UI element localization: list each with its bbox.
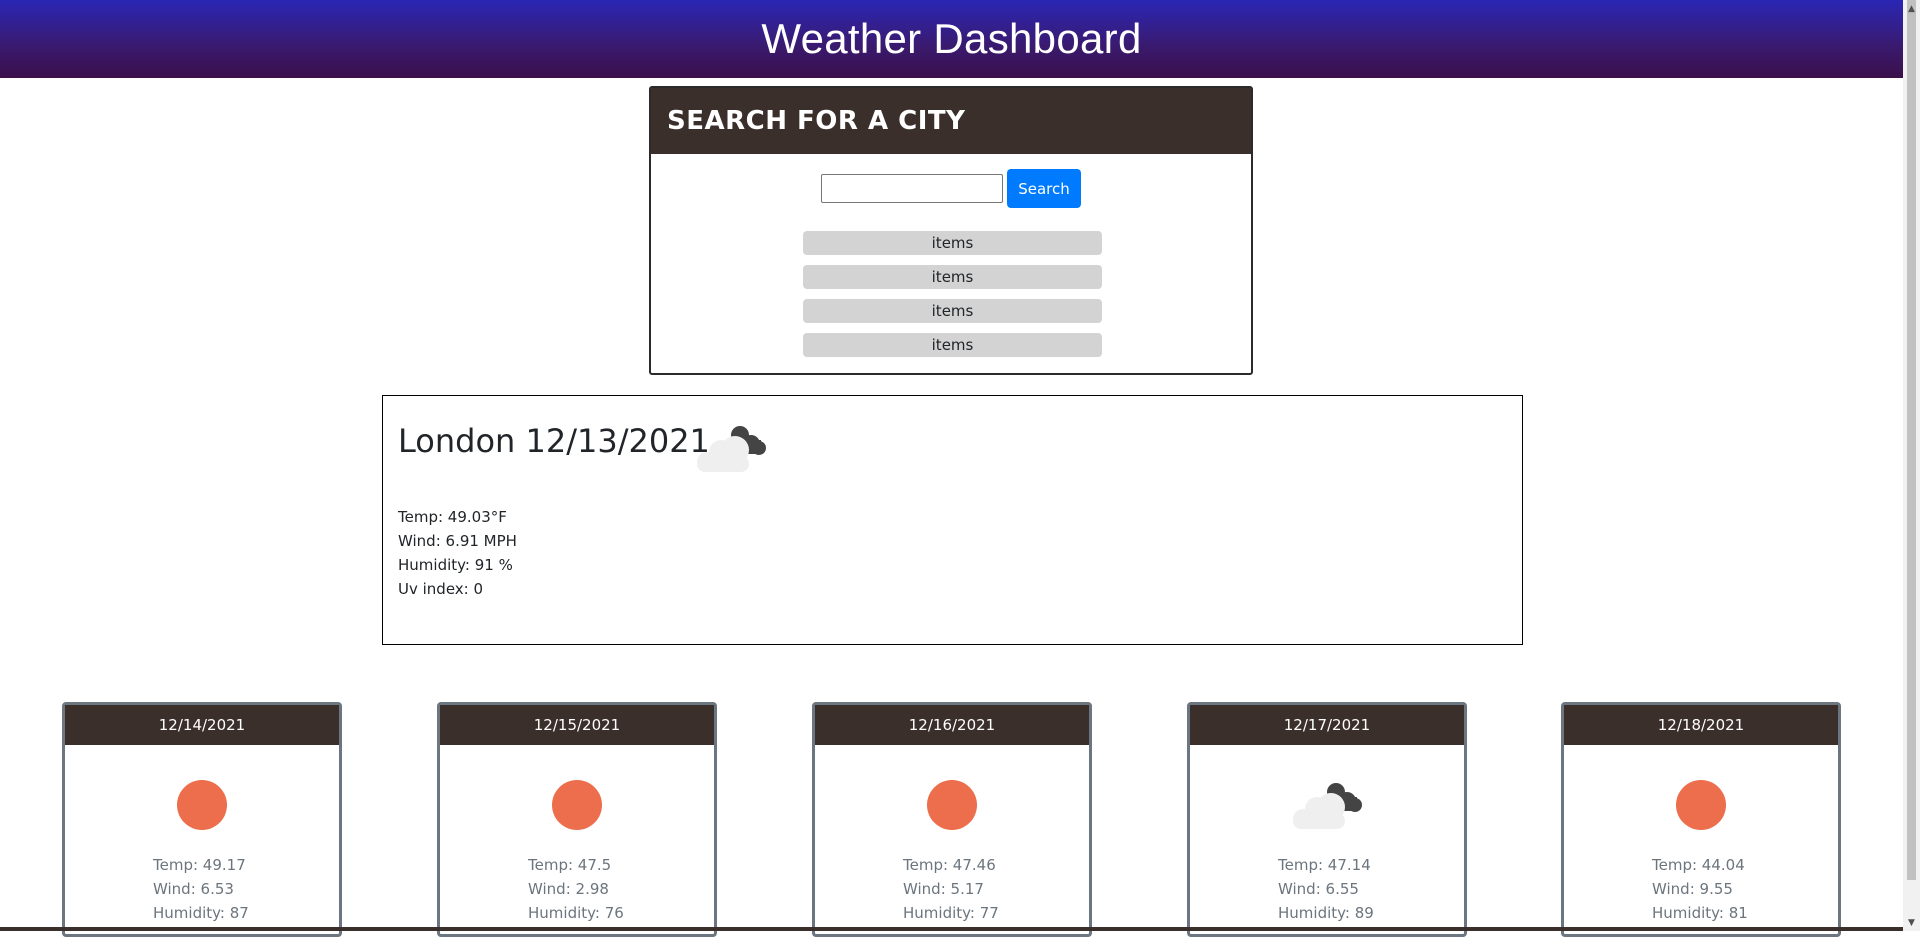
current-stats: Temp: 49.03°F Wind: 6.91 MPH Humidity: 9… [398,505,517,601]
search-panel-header: SEARCH FOR A CITY [651,88,1251,154]
page-title: Weather Dashboard [761,15,1142,62]
forecast-temp: Temp: 47.5 [528,856,612,874]
forecast-date: 12/14/2021 [65,705,339,745]
forecast-humidity: Humidity: 77 [903,904,999,922]
forecast-temp: Temp: 47.46 [903,856,996,874]
sun-icon [1663,777,1739,833]
search-button[interactable]: Search [1007,169,1081,208]
search-history-list: items items items items [803,231,1102,367]
current-uv-index: Uv index: 0 [398,580,484,598]
current-weather-card: London 12/13/2021 Temp: 49.03°F Wind: 6.… [382,395,1523,645]
search-heading: SEARCH FOR A CITY [667,106,966,136]
scroll-down-arrow-icon[interactable]: ▼ [1903,914,1920,931]
forecast-wind: Wind: 6.55 [1278,880,1359,898]
search-panel: SEARCH FOR A CITY Search items items ite… [649,86,1253,375]
scroll-up-arrow-icon[interactable]: ▲ [1903,0,1920,17]
forecast-humidity: Humidity: 76 [528,904,624,922]
forecast-card: 12/16/2021 Temp: 47.46 Wind: 5.17 Humidi… [812,702,1092,937]
sun-icon [539,777,615,833]
history-item[interactable]: items [803,299,1102,323]
history-item[interactable]: items [803,333,1102,357]
forecast-humidity: Humidity: 81 [1652,904,1748,922]
forecast-wind: Wind: 6.53 [153,880,234,898]
forecast-temp: Temp: 49.17 [153,856,246,874]
clouds-night-icon [1289,777,1365,833]
forecast-stats: Temp: 49.17 Wind: 6.53 Humidity: 87 [153,853,249,925]
search-row: Search [651,169,1251,208]
forecast-card: 12/14/2021 Temp: 49.17 Wind: 6.53 Humidi… [62,702,342,937]
forecast-humidity: Humidity: 89 [1278,904,1374,922]
forecast-temp: Temp: 47.14 [1278,856,1371,874]
history-item[interactable]: items [803,231,1102,255]
forecast-stats: Temp: 47.46 Wind: 5.17 Humidity: 77 [903,853,999,925]
forecast-card: 12/15/2021 Temp: 47.5 Wind: 2.98 Humidit… [437,702,717,937]
forecast-card: 12/18/2021 Temp: 44.04 Wind: 9.55 Humidi… [1561,702,1841,937]
sun-icon [914,777,990,833]
forecast-wind: Wind: 9.55 [1652,880,1733,898]
current-humidity: Humidity: 91 % [398,556,513,574]
sun-icon [164,777,240,833]
app-header: Weather Dashboard [0,0,1903,78]
forecast-card: 12/17/2021 Temp: 47.14 Wind: 6.55 Humidi… [1187,702,1467,937]
forecast-date: 12/16/2021 [815,705,1089,745]
forecast-stats: Temp: 44.04 Wind: 9.55 Humidity: 81 [1652,853,1748,925]
page-bottom-edge [0,927,1903,931]
forecast-date: 12/17/2021 [1190,705,1464,745]
forecast-temp: Temp: 44.04 [1652,856,1745,874]
clouds-night-icon [693,420,769,476]
forecast-wind: Wind: 5.17 [903,880,984,898]
history-item[interactable]: items [803,265,1102,289]
forecast-humidity: Humidity: 87 [153,904,249,922]
forecast-wind: Wind: 2.98 [528,880,609,898]
current-temp: Temp: 49.03°F [398,508,507,526]
forecast-date: 12/15/2021 [440,705,714,745]
city-search-input[interactable] [821,174,1003,203]
current-wind: Wind: 6.91 MPH [398,532,517,550]
scrollbar-thumb[interactable] [1907,0,1916,880]
current-city-date: London 12/13/2021 [398,422,710,460]
forecast-stats: Temp: 47.14 Wind: 6.55 Humidity: 89 [1278,853,1374,925]
forecast-date: 12/18/2021 [1564,705,1838,745]
forecast-stats: Temp: 47.5 Wind: 2.98 Humidity: 76 [528,853,624,925]
